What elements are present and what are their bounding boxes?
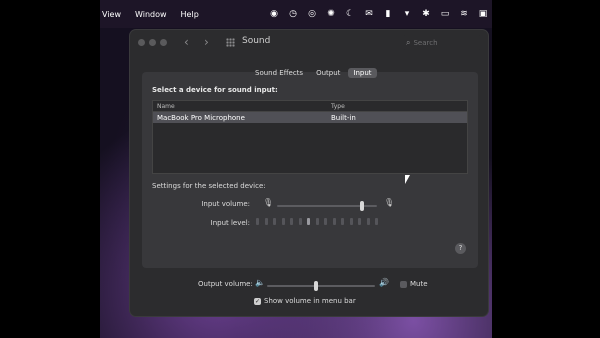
mute-checkbox[interactable]: [400, 281, 407, 288]
badge-icon[interactable]: ✺: [326, 9, 336, 19]
menu-help[interactable]: Help: [181, 10, 199, 19]
level-segment: [324, 218, 327, 225]
level-segment: [349, 218, 353, 225]
column-name[interactable]: Name: [153, 103, 327, 110]
status-icons: ◉ ◷ ◎ ✺ ☾ ✉ ▮ ▾ ✱ ▭ ≋ ▣: [269, 0, 488, 28]
menu-view[interactable]: View: [102, 10, 121, 19]
user-icon[interactable]: ▣: [478, 9, 488, 19]
level-segment: [375, 218, 378, 225]
circle-icon[interactable]: ◎: [307, 9, 317, 19]
menubar: View Window Help ◉ ◷ ◎ ✺ ☾ ✉ ▮ ▾ ✱ ▭ ≋ ▣: [100, 0, 492, 28]
search-field[interactable]: ⌕ Search: [402, 35, 482, 50]
output-volume-label: Output volume:: [198, 280, 253, 288]
desktop: View Window Help ◉ ◷ ◎ ✺ ☾ ✉ ▮ ▾ ✱ ▭ ≋ ▣…: [100, 0, 492, 338]
output-volume-track[interactable]: [267, 285, 375, 287]
record-icon[interactable]: ◉: [269, 9, 279, 19]
show-volume-label: Show volume in menu bar: [264, 297, 356, 305]
level-segment: [315, 218, 319, 225]
tab-sound-effects[interactable]: Sound Effects: [250, 68, 308, 78]
window-title: Sound: [242, 36, 271, 46]
tab-bar: Sound Effects Output Input: [250, 68, 377, 78]
forward-icon[interactable]: ›: [204, 35, 209, 49]
help-button[interactable]: ?: [455, 243, 466, 254]
mic-low-icon: 🎙: [263, 198, 274, 207]
level-segment: [358, 218, 361, 225]
mouse-cursor: [405, 175, 410, 184]
mail-icon[interactable]: ✉: [364, 9, 374, 19]
output-volume-knob[interactable]: [313, 281, 318, 291]
controls-icon[interactable]: ▮: [383, 9, 393, 19]
select-device-title: Select a device for sound input:: [152, 86, 278, 94]
menu-window[interactable]: Window: [135, 10, 167, 19]
level-segment: [366, 218, 370, 225]
settings-label: Settings for the selected device:: [152, 182, 266, 190]
level-segment: [281, 218, 285, 225]
level-segment: [341, 218, 344, 225]
table-row[interactable]: MacBook Pro Microphone Built-in: [153, 112, 467, 123]
input-volume-knob[interactable]: [360, 201, 364, 211]
input-panel: Select a device for sound input: Name Ty…: [142, 72, 478, 268]
search-icon: ⌕: [406, 37, 411, 47]
show-all-icon[interactable]: [226, 38, 235, 47]
device-name: MacBook Pro Microphone: [157, 113, 245, 122]
moon-icon[interactable]: ☾: [345, 9, 355, 19]
wifi-icon[interactable]: ≋: [459, 9, 469, 19]
level-segment: [307, 218, 310, 225]
mute-label: Mute: [410, 280, 428, 288]
column-type[interactable]: Type: [327, 103, 345, 110]
input-volume-label: Input volume:: [201, 200, 250, 208]
back-icon[interactable]: ‹: [184, 35, 189, 49]
show-volume-checkbox[interactable]: ✓: [254, 298, 261, 305]
close-button[interactable]: [138, 39, 145, 46]
search-placeholder: Search: [413, 38, 438, 47]
battery-icon[interactable]: ▭: [440, 9, 450, 19]
level-segment: [273, 218, 276, 225]
table-header: Name Type: [153, 101, 467, 112]
device-table: Name Type MacBook Pro Microphone Built-i…: [152, 100, 468, 174]
minimize-button[interactable]: [149, 39, 156, 46]
speaker-high-icon: 🔊: [379, 278, 389, 287]
bluetooth-icon[interactable]: ✱: [421, 9, 431, 19]
level-segment: [332, 218, 336, 225]
titlebar: ‹ › Sound ⌕ Search: [130, 30, 488, 56]
device-type: Built-in: [331, 113, 356, 122]
clock-icon[interactable]: ◷: [288, 9, 298, 19]
input-level-label: Input level:: [210, 219, 250, 227]
level-segment: [256, 218, 259, 225]
tab-output[interactable]: Output: [311, 68, 345, 78]
level-segment: [298, 218, 302, 225]
sound-preferences-window: ‹ › Sound ⌕ Search Select a device for s…: [130, 30, 488, 316]
zoom-button[interactable]: [160, 39, 167, 46]
level-segment: [290, 218, 293, 225]
mic-high-icon: 🎙: [384, 198, 395, 207]
tab-input[interactable]: Input: [348, 68, 377, 78]
speaker-low-icon: 🔈: [255, 278, 265, 287]
level-segment: [264, 218, 268, 225]
shield-icon[interactable]: ▾: [402, 9, 412, 19]
